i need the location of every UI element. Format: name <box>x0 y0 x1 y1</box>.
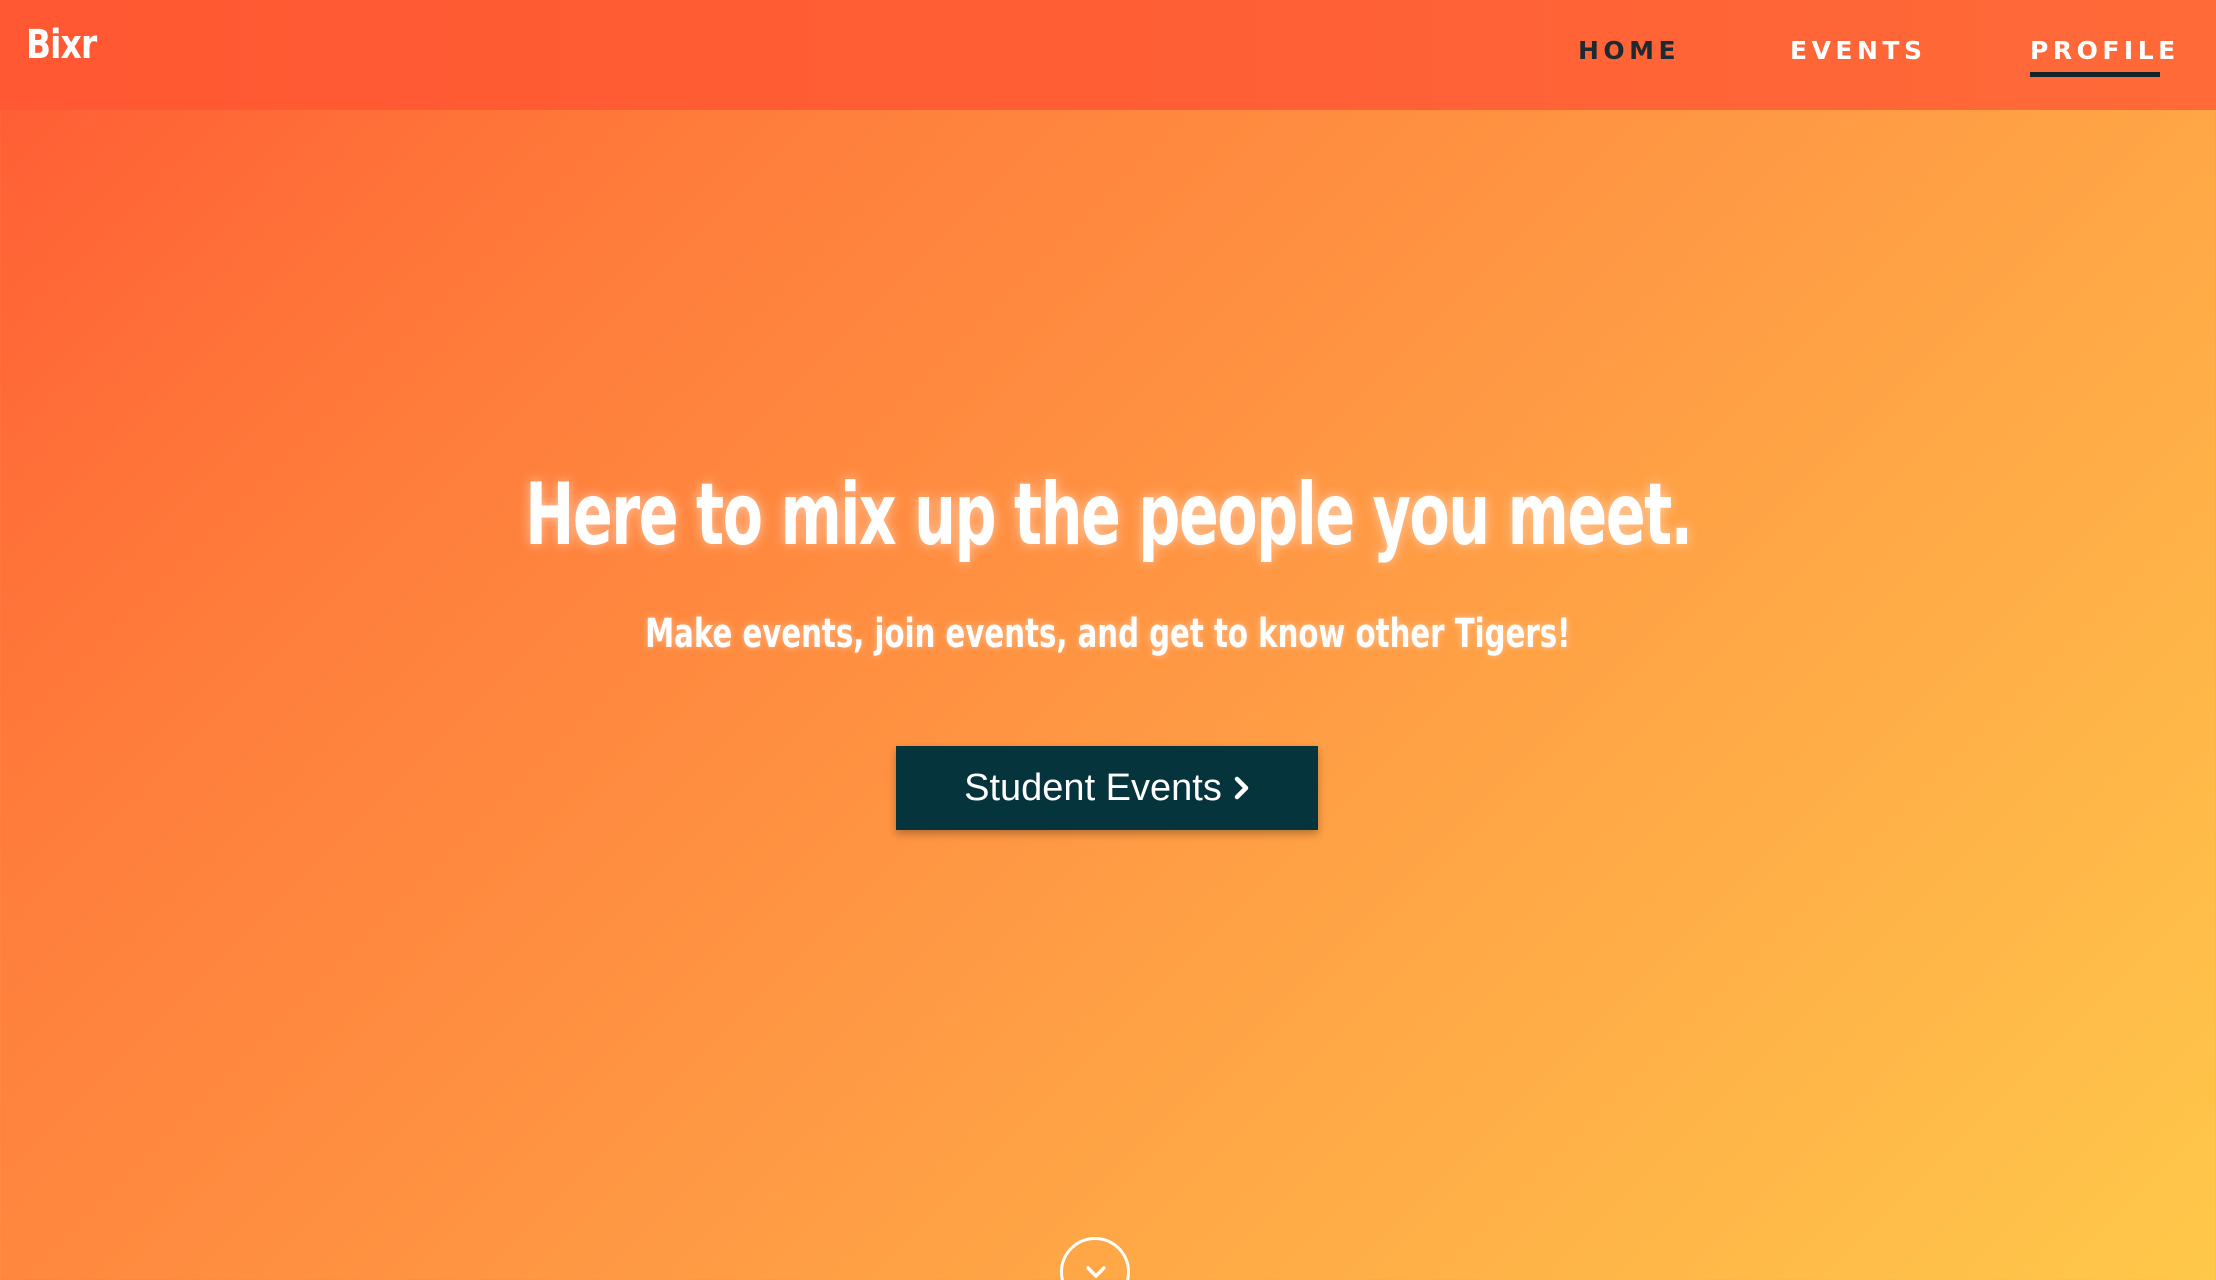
student-events-button[interactable]: Student Events <box>896 746 1318 830</box>
brand-logo[interactable]: Bixr <box>26 22 97 68</box>
nav-link-events[interactable]: EVENTS <box>1790 38 1927 63</box>
active-link-underline <box>2030 72 2160 77</box>
hero-title-text: Here to mix up the people you meet. <box>524 465 1693 565</box>
scroll-down-button[interactable] <box>1060 1237 1130 1280</box>
nav-link-home[interactable]: HOME <box>1578 38 1680 63</box>
hero-subtitle: Make events, join events, and get to kno… <box>0 614 2216 654</box>
chevron-right-icon <box>1234 776 1249 800</box>
nav-link-profile[interactable]: PROFILE <box>2030 38 2180 63</box>
hero-title: Here to mix up the people you meet. <box>0 472 2216 558</box>
hero-subtitle-text: Make events, join events, and get to kno… <box>645 611 1571 657</box>
top-navbar: Bixr HOME EVENTS PROFILE <box>0 0 2216 110</box>
student-events-button-label: Student Events <box>964 766 1222 809</box>
chevron-down-icon <box>1086 1266 1106 1278</box>
